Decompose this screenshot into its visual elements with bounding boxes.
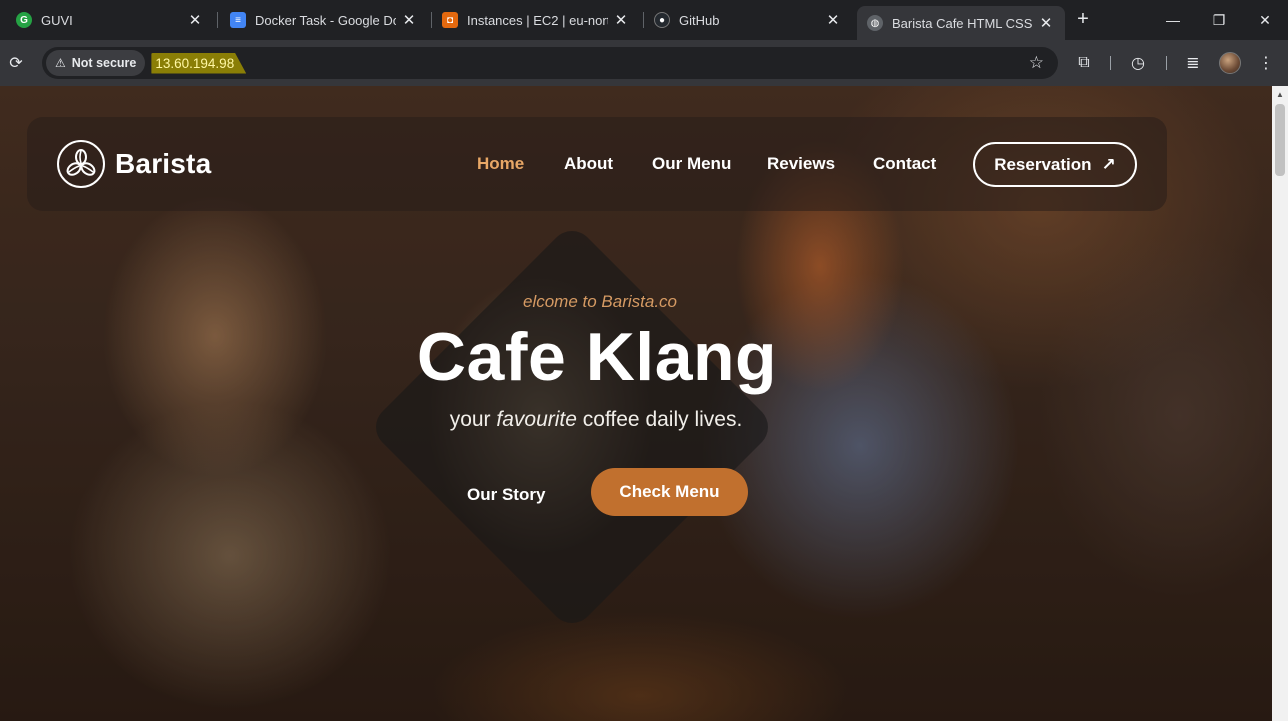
- extensions-puzzle-icon[interactable]: ⧉: [1072, 51, 1096, 75]
- arrow-up-right-icon: ↗: [1101, 154, 1116, 174]
- url-text[interactable]: 13.60.194.98: [151, 52, 247, 74]
- window-close-icon[interactable]: ✕: [1242, 0, 1288, 40]
- hero-subtitle-end: coffee daily lives.: [582, 408, 743, 431]
- hero-subtitle-emphasis: favourite: [496, 408, 577, 431]
- close-icon[interactable]: ✕: [824, 11, 842, 29]
- tab-strip: G GUVI ✕ ≡ Docker Task - Google Docs ✕ ◘…: [0, 0, 1288, 40]
- close-icon[interactable]: ✕: [1037, 14, 1055, 32]
- brand-name: Barista: [115, 148, 212, 179]
- nav-contact[interactable]: Contact: [873, 154, 936, 174]
- tab-github[interactable]: ● GitHub ✕: [644, 0, 852, 40]
- close-icon[interactable]: ✕: [400, 11, 418, 29]
- check-menu-button[interactable]: Check Menu: [591, 468, 748, 516]
- reservation-button[interactable]: Reservation ↗: [973, 142, 1137, 187]
- profile-avatar[interactable]: [1219, 52, 1241, 74]
- address-bar[interactable]: ⚠ Not secure 13.60.194.98 ☆: [42, 47, 1058, 79]
- reservation-label: Reservation: [994, 154, 1092, 174]
- tab-guvi[interactable]: G GUVI ✕: [6, 0, 214, 40]
- tab-label: GitHub: [679, 12, 720, 28]
- restore-icon[interactable]: ❐: [1196, 0, 1242, 40]
- guvi-icon: G: [16, 12, 32, 28]
- nav-home[interactable]: Home: [477, 154, 524, 174]
- tab-barista-cafe[interactable]: ◍ Barista Cafe HTML CSS Template ✕: [857, 6, 1065, 40]
- scroll-thumb[interactable]: [1275, 104, 1285, 176]
- tab-ec2-instances[interactable]: ◘ Instances | EC2 | eu-north-1 ✕: [432, 0, 640, 40]
- toolbar-divider: [1166, 56, 1167, 70]
- browser-toolbar: ⟳ ⚠ Not secure 13.60.194.98 ☆ ⧉ ◷ ≣ ⋮: [0, 40, 1288, 86]
- nav-reviews[interactable]: Reviews: [767, 154, 835, 174]
- site-header: Barista Home About Our Menu Reviews Cont…: [27, 117, 1167, 211]
- site-logo[interactable]: Barista: [57, 140, 211, 188]
- tab-label: Barista Cafe HTML CSS Template: [892, 15, 1033, 31]
- security-label: Not secure: [71, 56, 137, 70]
- our-story-link[interactable]: Our Story: [467, 485, 545, 505]
- warning-icon: ⚠: [55, 56, 66, 70]
- google-docs-icon: ≡: [230, 12, 246, 28]
- tab-label: Instances | EC2 | eu-north-1: [467, 12, 608, 28]
- tab-docker-task[interactable]: ≡ Docker Task - Google Docs ✕: [220, 0, 428, 40]
- page-scrollbar[interactable]: ▲: [1272, 86, 1288, 721]
- close-icon[interactable]: ✕: [186, 11, 204, 29]
- media-queue-icon[interactable]: ≣: [1181, 51, 1205, 75]
- history-icon[interactable]: ◷: [1126, 51, 1150, 75]
- hero-subtitle: your favourite coffee daily lives.: [0, 408, 1192, 432]
- nav-our-menu[interactable]: Our Menu: [652, 154, 731, 174]
- hero-subtitle-start: your: [449, 408, 491, 431]
- toolbar-divider: [1110, 56, 1111, 70]
- tab-label: GUVI: [41, 12, 73, 28]
- coffee-beans-logo-icon: [57, 140, 105, 188]
- hero-title: Cafe Klang: [416, 319, 778, 395]
- tab-label: Docker Task - Google Docs: [255, 12, 396, 28]
- reload-icon[interactable]: ⟳: [4, 51, 28, 75]
- aws-icon: ◘: [442, 12, 458, 28]
- security-chip[interactable]: ⚠ Not secure: [46, 50, 146, 76]
- minimize-icon[interactable]: —: [1150, 0, 1196, 40]
- close-icon[interactable]: ✕: [612, 11, 630, 29]
- tab-separator: [217, 12, 218, 28]
- bookmark-star-icon[interactable]: ☆: [1029, 53, 1044, 73]
- hero-welcome-text: elcome to Barista.co: [522, 292, 677, 311]
- globe-icon: ◍: [867, 15, 883, 31]
- github-icon: ●: [654, 12, 670, 28]
- new-tab-plus-icon[interactable]: +: [1072, 8, 1094, 30]
- nav-about[interactable]: About: [564, 154, 613, 174]
- more-menu-icon[interactable]: ⋮: [1254, 51, 1278, 75]
- scroll-up-arrow-icon[interactable]: ▲: [1272, 86, 1288, 102]
- page-viewport: Barista Home About Our Menu Reviews Cont…: [0, 86, 1272, 721]
